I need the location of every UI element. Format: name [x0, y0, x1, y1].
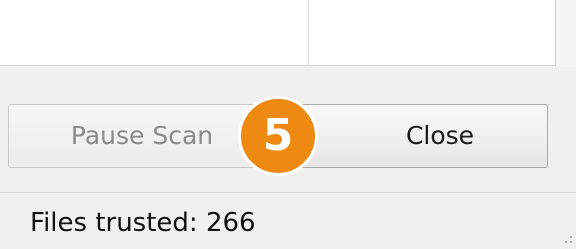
results-table — [0, 0, 556, 66]
table-scroll-edge — [556, 0, 576, 67]
status-divider — [0, 192, 576, 193]
pause-scan-button[interactable]: Pause Scan — [8, 104, 276, 168]
step-callout-badge: 5 — [238, 96, 318, 176]
close-button[interactable]: Close — [296, 104, 548, 168]
resize-grip-icon[interactable] — [558, 229, 572, 243]
files-trusted-status: Files trusted: 266 — [30, 208, 256, 238]
table-column-divider — [308, 0, 309, 65]
